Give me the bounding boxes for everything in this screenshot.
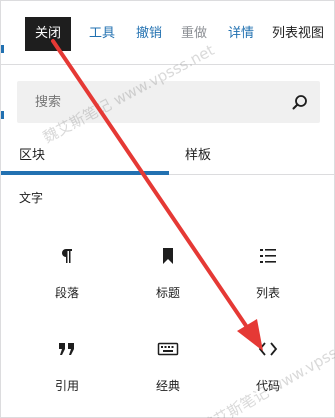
block-item-classic[interactable]: 经典 xyxy=(128,337,208,409)
list-icon xyxy=(260,249,276,263)
tab-patterns[interactable]: 样板 xyxy=(169,137,335,175)
block-label: 经典 xyxy=(155,379,180,393)
tools-button[interactable]: 工具 xyxy=(89,17,115,51)
paragraph-icon xyxy=(62,249,72,263)
inserter-panel: 关闭 工具 撤销 重做 详情 列表视图 区块 样板 文字 段落 标题 xyxy=(0,0,335,418)
undo-button[interactable]: 撤销 xyxy=(136,17,162,51)
bookmark-heading-icon xyxy=(163,248,173,264)
active-tab-indicator xyxy=(1,171,169,175)
editor-toolbar: 关闭 工具 撤销 重做 详情 列表视图 xyxy=(1,1,335,65)
edge-marker xyxy=(1,111,4,119)
inserter-tabs: 区块 样板 xyxy=(1,137,335,175)
list-view-button[interactable]: 列表视图 xyxy=(272,17,324,51)
close-button[interactable]: 关闭 xyxy=(25,17,71,51)
block-label: 段落 xyxy=(54,286,79,300)
block-item-heading[interactable]: 标题 xyxy=(128,244,208,316)
code-icon xyxy=(258,342,278,356)
block-label: 标题 xyxy=(155,286,180,300)
block-item-paragraph[interactable]: 段落 xyxy=(27,244,107,316)
quote-icon xyxy=(59,343,74,355)
edge-marker xyxy=(1,45,4,53)
block-label: 引用 xyxy=(54,379,79,393)
block-item-quote[interactable]: 引用 xyxy=(27,337,107,409)
block-label: 代码 xyxy=(255,379,280,393)
block-search xyxy=(17,81,320,123)
block-item-list[interactable]: 列表 xyxy=(228,244,308,316)
search-icon[interactable] xyxy=(290,92,310,112)
block-label: 列表 xyxy=(255,286,280,300)
block-item-code[interactable]: 代码 xyxy=(228,337,308,409)
redo-button[interactable]: 重做 xyxy=(181,17,207,51)
category-title: 文字 xyxy=(19,191,44,205)
keyboard-icon xyxy=(157,342,179,356)
search-input[interactable] xyxy=(17,81,277,123)
details-button[interactable]: 详情 xyxy=(228,17,254,51)
tab-blocks[interactable]: 区块 xyxy=(1,137,169,175)
